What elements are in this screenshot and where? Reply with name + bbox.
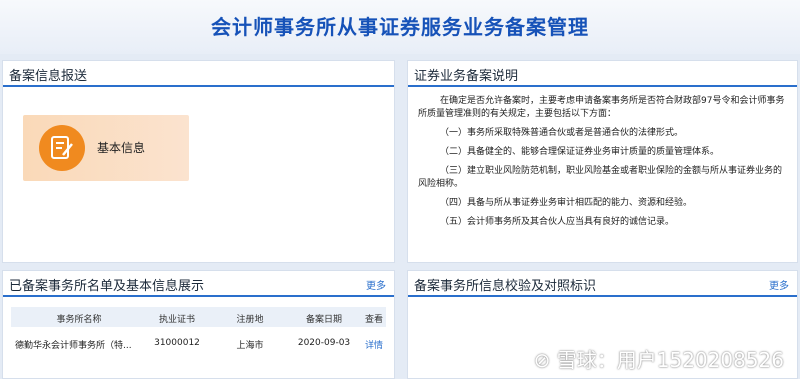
explain-text: 在确定是否允许备案时，主要考虑申请备案事务所是否符合财政部97号令和会计师事务所… [418, 95, 790, 235]
table-header: 事务所名称 执业证书 注册地 备案日期 查看 [11, 307, 386, 327]
verify-panel-title: 备案事务所信息校验及对照标识 [414, 279, 597, 294]
firm-list-panel-title: 已备案事务所名单及基本信息展示 [9, 279, 205, 294]
table-row: 德勤华永会计师事务所（特... 31000012 上海市 2020-09-03 … [11, 333, 386, 353]
explain-item: （四）具备与所从事证券业务审计相匹配的能力、资源和经验。 [440, 198, 693, 208]
document-edit-icon [39, 125, 85, 171]
page-title: 会计师事务所从事证券服务业务备案管理 [211, 15, 589, 39]
column-header: 注册地 [236, 315, 264, 325]
details-link[interactable]: 详情 [361, 338, 387, 351]
column-header: 查看 [364, 315, 383, 325]
verify-more-link[interactable]: 更多 [769, 277, 789, 292]
basic-info-card[interactable]: 基本信息 [23, 115, 189, 181]
filing-panel-title: 备案信息报送 [9, 69, 88, 84]
explain-panel-title: 证券业务备案说明 [414, 69, 519, 84]
location-cell: 上海市 [236, 341, 264, 351]
watermark-text: 雪球：用户1520208526 [556, 348, 784, 372]
watermark: ⊘ 雪球：用户1520208526 [534, 344, 784, 373]
page-banner: 会计师事务所从事证券服务业务备案管理 [0, 0, 800, 54]
column-header: 事务所名称 [56, 315, 102, 325]
explain-panel: 证券业务备案说明 在确定是否允许备案时，主要考虑申请备案事务所是否符合财政部97… [407, 60, 798, 263]
snowball-logo-icon: ⊘ [533, 348, 551, 372]
cert-cell: 31000012 [154, 338, 200, 348]
firm-list-panel-header: 已备案事务所名单及基本信息展示 更多 [3, 271, 394, 297]
explain-item: （二）具备健全的、能够合理保证证券业务审计质量的质量管理体系。 [440, 147, 720, 157]
firm-list-panel: 已备案事务所名单及基本信息展示 更多 事务所名称 执业证书 注册地 备案日期 查… [2, 270, 395, 379]
date-cell: 2020-09-03 [297, 338, 351, 348]
column-header: 备案日期 [305, 315, 342, 325]
explain-item: （三）建立职业风险防范机制，职业风险基金或者职业保险的金额与所从事证券业务的风险… [418, 166, 783, 189]
explain-panel-header: 证券业务备案说明 [408, 61, 797, 87]
column-header: 执业证书 [158, 315, 195, 325]
filing-panel-header: 备案信息报送 [3, 61, 394, 87]
filing-panel: 备案信息报送 基本信息 [2, 60, 395, 263]
firm-list-more-link[interactable]: 更多 [366, 277, 386, 292]
firm-name-cell: 德勤华永会计师事务所（特... [15, 341, 132, 351]
basic-info-label: 基本信息 [97, 141, 146, 155]
explain-intro: 在确定是否允许备案时，主要考虑申请备案事务所是否符合财政部97号令和会计师事务所… [418, 96, 785, 119]
explain-item: （五）会计师事务所及其合伙人应当具有良好的诚信记录。 [440, 217, 675, 227]
verify-panel-header: 备案事务所信息校验及对照标识 更多 [408, 271, 797, 297]
explain-item: （一）事务所采取特殊普通合伙或者是普通合伙的法律形式。 [440, 128, 684, 138]
